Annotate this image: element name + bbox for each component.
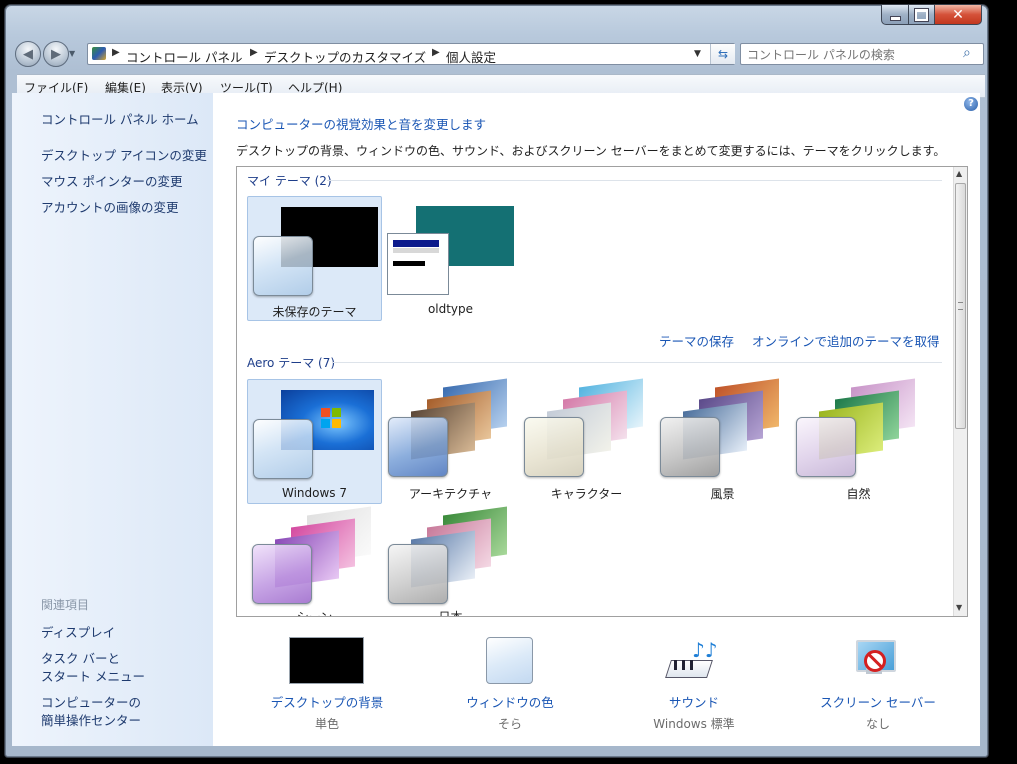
search-box[interactable]: ⌕ [740, 43, 984, 65]
screen-saver-link[interactable]: スクリーン セーバー [798, 692, 958, 711]
get-more-themes-link[interactable]: オンラインで追加のテーマを取得 [752, 331, 940, 350]
group-divider [333, 362, 942, 363]
theme-gallery[interactable]: マイ テーマ (2) 未保存のテーマ oldtype テーマの保存 オンラインで… [236, 166, 968, 617]
theme-tile-landscapes[interactable]: 風景 [655, 378, 790, 504]
ease-of-access-link-line2[interactable]: 簡単操作センター [41, 710, 141, 729]
theme-tile-scenes[interactable]: シーン [247, 506, 382, 617]
screen-saver-icon[interactable] [852, 636, 902, 684]
window-color-swatch [252, 544, 312, 604]
back-arrow-icon: ◀ [23, 46, 33, 62]
group-divider [327, 180, 942, 181]
breadcrumb-separator-icon[interactable]: ▶ [250, 47, 258, 58]
window-color-swatch [388, 417, 448, 477]
gallery-scrollbar[interactable]: ▲ ▼ [953, 167, 967, 616]
desktop-background-link[interactable]: デスクトップの背景 [247, 692, 407, 711]
change-desktop-icons-link[interactable]: デスクトップ アイコンの変更 [41, 145, 207, 164]
close-icon: ✕ [952, 6, 964, 23]
sound-link[interactable]: サウンド [614, 692, 774, 711]
save-theme-link[interactable]: テーマの保存 [659, 331, 734, 350]
theme-tile-nature[interactable]: 自然 [791, 378, 926, 504]
taskbar-link-line2[interactable]: スタート メニュー [41, 666, 145, 685]
desktop-background-value: 単色 [314, 717, 339, 731]
maximize-icon [914, 7, 929, 22]
ease-of-access-link-line1[interactable]: コンピューターの [41, 692, 141, 711]
theme-tile-architecture[interactable]: アーキテクチャ [383, 378, 518, 504]
theme-tile-oldtype[interactable]: oldtype [383, 196, 518, 321]
chevron-down-icon: ▼ [69, 49, 76, 58]
theme-label: Windows 7 [281, 486, 347, 500]
theme-label: シーン [296, 610, 333, 617]
aero-themes-header: Aero テーマ (7) [247, 356, 336, 370]
theme-label: oldtype [427, 302, 474, 316]
theme-label: キャラクター [550, 487, 623, 501]
sound-icon[interactable]: ♪♪ [665, 638, 718, 684]
address-dropdown-icon[interactable]: ▼ [694, 49, 701, 59]
breadcrumb-separator-icon: ▶ [112, 47, 120, 58]
window-color-swatch[interactable] [486, 637, 533, 684]
page-title: コンピューターの視覚効果と音を変更します [236, 117, 487, 132]
minimize-icon [889, 15, 901, 21]
change-mouse-pointers-link[interactable]: マウス ポインターの変更 [41, 171, 182, 190]
search-input[interactable] [745, 45, 959, 64]
theme-label: アーキテクチャ [408, 487, 493, 501]
forward-button[interactable]: ▶ [43, 41, 69, 67]
breadcrumb-personalization[interactable]: 個人設定 [446, 47, 496, 66]
theme-label: 日本 [438, 610, 463, 617]
search-icon[interactable]: ⌕ [963, 45, 971, 61]
task-pane: コントロール パネル ホーム デスクトップ アイコンの変更 マウス ポインターの… [12, 93, 213, 746]
theme-label: 自然 [846, 487, 871, 501]
theme-tile-unsaved[interactable]: 未保存のテーマ [247, 196, 382, 321]
scroll-up-icon[interactable]: ▲ [956, 169, 962, 178]
theme-tile-japan[interactable]: 日本 [383, 506, 518, 617]
address-bar[interactable]: ▶ コントロール パネル ▶ デスクトップのカスタマイズ ▶ 個人設定 ▼ ⇆ [87, 43, 735, 65]
window-color-swatch [253, 419, 313, 479]
window-color-swatch [796, 417, 856, 477]
my-themes-header: マイ テーマ (2) [247, 174, 332, 188]
theme-tile-characters[interactable]: キャラクター [519, 378, 654, 504]
breadcrumb-control-panel[interactable]: コントロール パネル [126, 47, 242, 66]
forward-arrow-icon: ▶ [51, 46, 61, 62]
back-button[interactable]: ◀ [15, 41, 41, 67]
minimize-button[interactable] [881, 5, 909, 25]
close-button[interactable]: ✕ [934, 5, 982, 25]
desktop-background-swatch[interactable] [289, 637, 364, 684]
scroll-thumb[interactable] [955, 183, 966, 429]
breadcrumb-desktop-customize[interactable]: デスクトップのカスタマイズ [264, 47, 426, 66]
window-color-swatch [388, 544, 448, 604]
refresh-icon[interactable]: ⇆ [710, 44, 735, 64]
change-account-picture-link[interactable]: アカウントの画像の変更 [41, 197, 179, 216]
taskbar-link-line1[interactable]: タスク バーと [41, 648, 120, 667]
theme-label: 未保存のテーマ [272, 305, 357, 319]
window-color-link[interactable]: ウィンドウの色 [430, 692, 590, 711]
theme-tile-windows7[interactable]: Windows 7 [247, 379, 382, 504]
window-color-swatch [387, 233, 449, 295]
breadcrumb-separator-icon[interactable]: ▶ [432, 47, 440, 58]
maximize-button[interactable] [908, 5, 935, 25]
window-color-swatch [524, 417, 584, 477]
window-color-swatch [253, 236, 313, 296]
control-panel-home-link[interactable]: コントロール パネル ホーム [41, 109, 199, 128]
window-color-value: そら [497, 717, 522, 731]
related-header: 関連項目 [41, 598, 90, 612]
screen-saver-value: なし [865, 717, 890, 731]
page-description: デスクトップの背景、ウィンドウの色、サウンド、およびスクリーン セーバーをまとめ… [236, 144, 946, 158]
control-panel-icon [92, 47, 106, 60]
window-color-swatch [660, 417, 720, 477]
display-link[interactable]: ディスプレイ [41, 622, 115, 641]
theme-label: 風景 [710, 487, 735, 501]
sound-value: Windows 標準 [653, 717, 735, 731]
help-icon[interactable]: ? [964, 97, 978, 111]
scroll-down-icon[interactable]: ▼ [956, 603, 962, 612]
recent-pages-dropdown[interactable]: ▼ [69, 49, 75, 58]
